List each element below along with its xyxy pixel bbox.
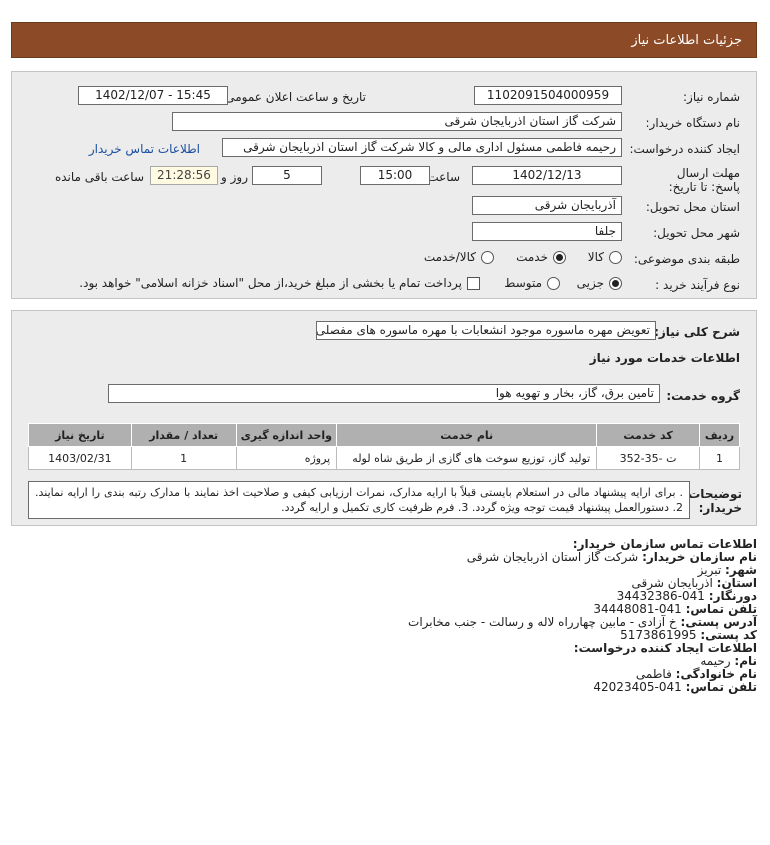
phone-value: 041-34448081 [593, 602, 682, 616]
deadline-label: مهلت ارسال پاسخ: تا تاریخ: [668, 166, 740, 194]
province-contact-label: استان: [716, 576, 757, 590]
cell-unit: پروژه [235, 446, 338, 470]
buyer-notes-label: توضیحات خریدار: [688, 487, 742, 515]
province-field[interactable]: آذربایجان شرقی [472, 196, 622, 215]
category-option-service-label: خدمت [516, 250, 548, 264]
col-unit: واحد اندازه گیری [235, 423, 338, 447]
province-label: استان محل تحویل: [645, 200, 740, 214]
table-header-row: ردیف کد خدمت نام خدمت واحد اندازه گیری ت… [28, 423, 741, 447]
radio-minor[interactable] [609, 276, 622, 290]
cell-row: 1 [698, 446, 741, 470]
service-group-label: گروه خدمت: [666, 389, 740, 403]
services-table: ردیف کد خدمت نام خدمت واحد اندازه گیری ت… [28, 423, 741, 470]
postal-label: کد پستی: [700, 628, 757, 642]
col-service-name: نام خدمت [336, 423, 598, 447]
need-number-field[interactable]: 1102091504000959 [474, 86, 622, 105]
services-heading: اطلاعات خدمات مورد نیاز [589, 351, 740, 365]
deadline-date-field[interactable]: 1402/12/13 [472, 166, 622, 185]
cell-service-name: تولید گاز، توزیع سوخت های گازی از طریق ش… [336, 446, 598, 470]
col-row: ردیف [698, 423, 741, 447]
process-option-minor[interactable]: جزیی [577, 276, 622, 290]
radio-service[interactable] [553, 250, 566, 264]
buyer-contact-link[interactable]: اطلاعات تماس خریدار [89, 142, 200, 156]
col-need-date: تاریخ نیاز [28, 423, 132, 447]
creator-phone-label: تلفن تماس: [685, 680, 757, 694]
address-value: خ آزادی - مابین چهارراه لاله و رسالت - ج… [408, 615, 677, 629]
process-option-minor-label: جزیی [576, 276, 604, 290]
city-contact-value: تبریز [697, 563, 722, 577]
category-label: طبقه بندی موضوعی: [633, 252, 740, 266]
need-number-label: شماره نیاز: [683, 90, 740, 104]
phone-label: تلفن تماس: [685, 602, 757, 616]
radio-goods[interactable] [609, 250, 622, 264]
radio-goods-service[interactable] [481, 250, 494, 264]
buyer-label: نام دستگاه خریدار: [645, 116, 741, 130]
address-label: آدرس پستی: [680, 615, 757, 629]
city-contact-label: شهر: [725, 563, 757, 577]
table-row: 1 ت -35-352 تولید گاز، توزیع سوخت های گا… [28, 446, 741, 470]
cell-need-date: 1403/02/31 [28, 446, 132, 470]
page-title: جزئیات اطلاعات نیاز [631, 32, 742, 48]
contact-section: اطلاعات تماس سازمان خریدار: نام سازمان خ… [408, 538, 757, 694]
treasury-payment-text: پرداخت تمام یا بخشی از مبلغ خرید،از محل … [79, 276, 462, 290]
creator-label: ایجاد کننده درخواست: [629, 142, 740, 156]
services-panel: شرح کلی نیاز: تعویض مهره ماسوره موجود ان… [11, 310, 757, 526]
postal-value: 5173861995 [620, 628, 697, 642]
treasury-checkbox[interactable] [467, 276, 480, 290]
buyer-field[interactable]: شرکت گاز استان اذربایجان شرقی [172, 112, 622, 131]
family-label: نام خانوادگی: [675, 667, 757, 681]
cell-quantity: 1 [130, 446, 237, 470]
process-option-medium-label: متوسط [504, 276, 542, 290]
page-title-bar: جزئیات اطلاعات نیاز [11, 22, 757, 58]
fax-label: دورنگار: [708, 589, 757, 603]
fax-value: 041-34432386 [616, 589, 705, 603]
name-label: نام: [734, 654, 757, 668]
family-value: فاطمی [635, 667, 672, 681]
org-label: نام سازمان خریدار: [642, 550, 757, 564]
remaining-days-label: روز و [221, 170, 248, 184]
description-label: شرح کلی نیاز: [654, 325, 740, 339]
org-value: شرکت گاز استان اذربایجان شرقی [466, 550, 639, 564]
category-option-goods-service-label: کالا/خدمت [423, 250, 476, 264]
process-option-medium[interactable]: متوسط [504, 276, 560, 290]
category-option-service[interactable]: خدمت [516, 250, 566, 264]
need-info-panel: شماره نیاز: 1102091504000959 تاریخ و ساع… [11, 71, 757, 299]
city-field[interactable]: جلفا [472, 222, 622, 241]
name-value: رحیمه [700, 654, 731, 668]
creator-field[interactable]: رحیمه فاطمی مسئول اداری مالی و کالا شرکت… [222, 138, 622, 157]
deadline-time-label: ساعت [427, 170, 460, 184]
process-label: نوع فرآیند خرید : [655, 278, 740, 292]
buyer-notes-field: . برای ارایه پیشنهاد مالی در استعلام بای… [28, 481, 690, 519]
category-option-goods[interactable]: کالا [588, 250, 622, 264]
cell-service-code: ت -35-352 [596, 446, 700, 470]
remaining-days-field[interactable]: 5 [252, 166, 322, 185]
city-label: شهر محل تحویل: [653, 226, 740, 240]
service-group-field[interactable]: تامین برق، گاز، بخار و تهویه هوا [108, 384, 660, 403]
announce-label: تاریخ و ساعت اعلان عمومی: [221, 90, 366, 104]
description-field[interactable]: تعویض مهره ماسوره موجود انشعابات با مهره… [316, 321, 656, 340]
treasury-payment-option[interactable]: پرداخت تمام یا بخشی از مبلغ خرید،از محل … [79, 276, 480, 290]
col-quantity: تعداد / مقدار [130, 423, 237, 447]
province-contact-value: اذربایجان شرقی [631, 576, 713, 590]
creator-phone-value: 041-42023405 [593, 680, 682, 694]
radio-medium[interactable] [547, 276, 560, 290]
remaining-time-field: 21:28:56 [150, 166, 218, 185]
col-service-code: کد خدمت [596, 423, 700, 447]
category-option-goods-service[interactable]: کالا/خدمت [424, 250, 494, 264]
remaining-time-label: ساعت باقی مانده [54, 170, 144, 184]
category-option-goods-label: کالا [587, 250, 604, 264]
announce-field[interactable]: 1402/12/07 - 15:45 [78, 86, 228, 105]
deadline-time-field[interactable]: 15:00 [360, 166, 430, 185]
